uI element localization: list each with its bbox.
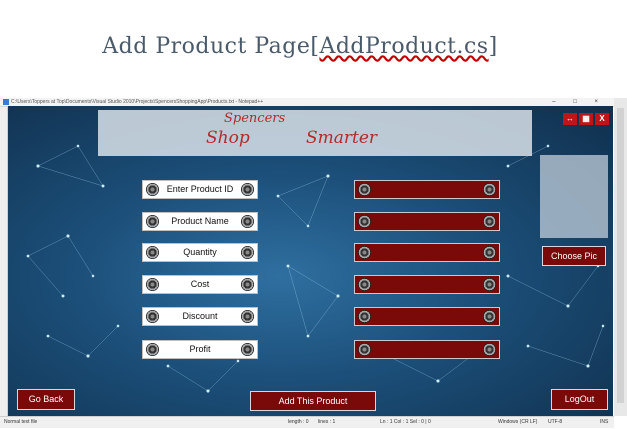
swap-icon[interactable]: ↔: [563, 113, 577, 125]
gear-icon: [358, 215, 371, 228]
cost-input[interactable]: [354, 275, 500, 294]
status-file-type: Normal text file: [4, 419, 38, 425]
gear-icon: [358, 246, 371, 259]
gear-icon: [483, 246, 496, 259]
gear-icon: [358, 310, 371, 323]
brand-word-spencers: Spencers: [224, 111, 286, 126]
gear-icon: [241, 183, 254, 196]
add-product-form: Spencers Shop Smarter ↔ ▦ X Enter Product …: [8, 106, 613, 416]
go-back-button[interactable]: Go Back: [17, 389, 75, 410]
status-encoding: UTF-8: [548, 419, 563, 425]
heading-link: AddProduct.cs: [319, 34, 489, 59]
gear-icon: [483, 215, 496, 228]
label-cost: Cost: [142, 275, 258, 294]
status-eol: Windows (CR LF): [498, 419, 538, 425]
heading-text: Add Product Page: [102, 34, 311, 59]
notepad-title: C:\Users\Toppers at Top\Documents\Visual…: [11, 99, 264, 105]
gear-icon: [146, 310, 159, 323]
status-mode: INS: [600, 419, 609, 425]
brand-banner: Spencers Shop Smarter: [98, 110, 532, 156]
scrollbar-track[interactable]: [617, 108, 624, 403]
discount-input[interactable]: [354, 307, 500, 326]
close-icon[interactable]: X: [595, 113, 609, 125]
product-id-input[interactable]: [354, 180, 500, 199]
label-discount: Discount: [142, 307, 258, 326]
brand-word-smarter: Smarter: [306, 128, 378, 148]
gear-icon: [146, 246, 159, 259]
notepad-window-controls[interactable]: – □ ×: [552, 98, 606, 106]
label-product-name: Product Name: [142, 212, 258, 231]
gear-icon: [483, 183, 496, 196]
quantity-input[interactable]: [354, 243, 500, 262]
gear-icon: [241, 343, 254, 356]
gear-icon: [241, 310, 254, 323]
gear-icon: [146, 343, 159, 356]
brand-word-shop: Shop: [206, 128, 250, 148]
profit-input[interactable]: [354, 340, 500, 359]
gear-icon: [483, 310, 496, 323]
gear-icon: [146, 215, 159, 228]
product-name-input[interactable]: [354, 212, 500, 231]
gear-icon: [358, 183, 371, 196]
gear-icon: [483, 343, 496, 356]
notepad-gutter: [0, 107, 8, 416]
gear-icon: [358, 343, 371, 356]
notepad-icon: [3, 99, 9, 105]
page-heading: Add Product Page[AddProduct.cs]: [102, 34, 498, 59]
status-position: Ln : 1 Col : 1 Sel : 0 | 0: [380, 419, 431, 425]
status-length: length : 0: [288, 419, 309, 425]
notepad-status-bar: Normal text file length : 0 lines : 1 Ln…: [0, 416, 614, 428]
gear-icon: [358, 278, 371, 291]
status-lines: lines : 1: [318, 419, 336, 425]
label-product-id: Enter Product ID: [142, 180, 258, 199]
gear-icon: [241, 246, 254, 259]
notepad-scrollbar[interactable]: [614, 98, 627, 416]
gear-icon: [241, 278, 254, 291]
add-product-button[interactable]: Add This Product: [250, 391, 376, 411]
gear-icon: [241, 215, 254, 228]
logout-button[interactable]: LogOut: [551, 389, 608, 410]
brand-logo: Spencers Shop Smarter: [206, 111, 426, 154]
gear-icon: [483, 278, 496, 291]
choose-pic-button[interactable]: Choose Pic: [542, 246, 606, 266]
form-window-buttons: ↔ ▦ X: [561, 108, 609, 126]
label-quantity: Quantity: [142, 243, 258, 262]
gear-icon: [146, 183, 159, 196]
grid-icon[interactable]: ▦: [579, 113, 593, 125]
gear-icon: [146, 278, 159, 291]
label-profit: Profit: [142, 340, 258, 359]
product-picture-box: [540, 155, 608, 238]
